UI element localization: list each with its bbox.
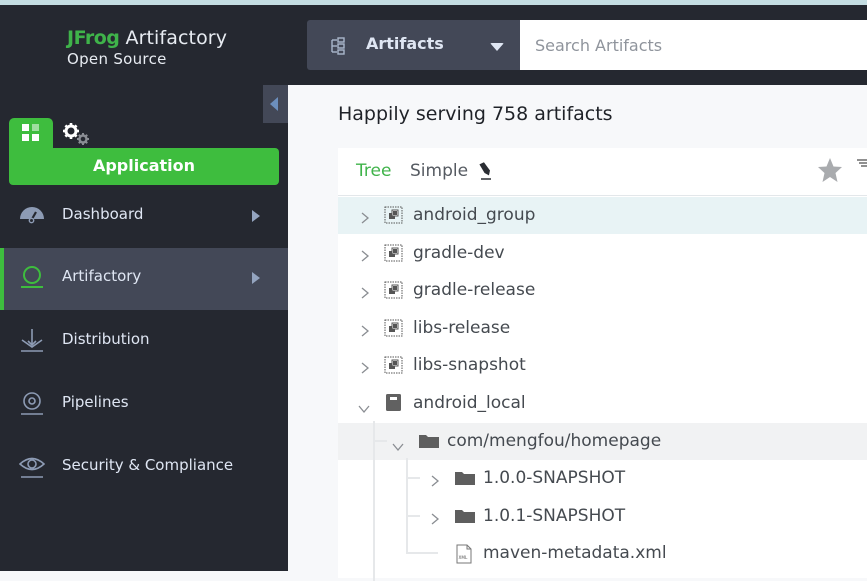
tree-node[interactable]: libs-release xyxy=(338,310,867,347)
chevron-right-icon[interactable] xyxy=(360,359,370,374)
tree-node[interactable]: android_group xyxy=(338,197,867,234)
logo-product: Artifactory xyxy=(119,27,228,49)
tree-node-label: com/mengfou/homepage xyxy=(447,430,662,451)
sidebar-item-pipelines[interactable]: Pipelines xyxy=(0,374,288,436)
sidebar-item-artifactory[interactable]: Artifactory xyxy=(0,248,288,310)
virtual-repo-icon xyxy=(384,206,404,224)
gears-icon xyxy=(63,123,89,145)
virtual-repo-icon xyxy=(384,356,404,374)
folder-icon xyxy=(454,507,475,525)
chevron-right-icon[interactable] xyxy=(430,472,440,487)
tree-node-label: 1.0.0-SNAPSHOT xyxy=(483,468,626,489)
sidebar-item-dashboard[interactable]: Dashboard xyxy=(0,186,288,248)
chevron-down-icon[interactable] xyxy=(358,399,370,414)
tree-node[interactable]: libs-snapshot xyxy=(338,347,867,384)
logo-brand: JFrog xyxy=(67,27,120,49)
svg-text:XML: XML xyxy=(459,555,468,560)
sidebar-item-security-compliance[interactable]: Security & Compliance xyxy=(0,437,288,499)
chevron-right-icon[interactable] xyxy=(360,322,370,337)
collapse-sidebar-button[interactable] xyxy=(263,85,288,123)
tree-panel-header: Tree Simple xyxy=(338,148,867,196)
sidebar-item-label: Artifactory xyxy=(62,267,142,285)
folder-icon xyxy=(418,432,439,450)
chevron-right-icon[interactable] xyxy=(360,209,370,224)
package-type-selector[interactable]: Artifacts xyxy=(307,20,520,70)
sidebar-item-label: Dashboard xyxy=(62,205,144,223)
folder-icon xyxy=(454,469,475,487)
tree-guide-line xyxy=(406,477,420,479)
virtual-repo-icon xyxy=(384,244,404,262)
tree-node[interactable]: com/mengfou/homepage xyxy=(338,422,867,460)
tree-node-label: android_local xyxy=(413,393,526,413)
tree-guide-line xyxy=(406,458,408,554)
chevron-right-icon[interactable] xyxy=(430,510,440,525)
tree-node-label: libs-snapshot xyxy=(413,355,526,376)
virtual-repo-icon xyxy=(384,281,404,299)
chevron-right-icon xyxy=(252,210,260,222)
grid-icon xyxy=(22,124,40,142)
tab-simple[interactable]: Simple xyxy=(410,161,468,181)
tree-guide-line xyxy=(373,440,387,442)
tree-guide-line xyxy=(373,421,375,581)
tree-guide-line xyxy=(406,552,438,554)
gauge-icon xyxy=(20,207,44,224)
star-icon[interactable] xyxy=(817,157,843,183)
chevron-right-icon xyxy=(252,272,260,284)
search-artifacts-input[interactable] xyxy=(520,20,867,70)
chevron-down-icon[interactable] xyxy=(392,437,404,451)
sidebar-item-label: Pipelines xyxy=(62,393,129,411)
page-title: Happily serving 758 artifacts xyxy=(338,103,613,125)
xml-file-icon: XML xyxy=(454,544,474,564)
package-type-label: Artifacts xyxy=(366,34,444,53)
tree-guide-line xyxy=(406,515,420,517)
chevron-down-icon xyxy=(490,43,504,51)
tab-tree[interactable]: Tree xyxy=(356,161,391,181)
pipelines-icon xyxy=(21,392,43,415)
edit-pen-icon[interactable] xyxy=(478,160,494,180)
virtual-repo-icon xyxy=(384,319,404,337)
local-repo-icon xyxy=(384,394,404,412)
administration-tab[interactable] xyxy=(60,120,94,148)
tree-node[interactable]: gradle-release xyxy=(338,272,867,309)
tree-list-icon xyxy=(331,37,345,55)
eye-icon xyxy=(19,457,45,478)
sidebar-item-distribution[interactable]: Distribution xyxy=(0,311,288,373)
sidebar-item-label: Security & Compliance xyxy=(62,456,234,474)
artifactory-icon xyxy=(21,266,43,288)
tree-node-label: libs-release xyxy=(413,317,511,338)
tree-node-label: gradle-dev xyxy=(413,242,505,263)
tree-node-label: 1.0.1-SNAPSHOT xyxy=(483,505,626,526)
chevron-right-icon[interactable] xyxy=(360,247,370,262)
tree-node[interactable]: gradle-dev xyxy=(338,235,867,272)
tree-node-label: android_group xyxy=(413,205,536,225)
artifact-tree-panel: Tree Simple android_group gradle-dev gradl… xyxy=(338,148,867,581)
logo-edition: Open Source xyxy=(67,50,167,68)
distribution-icon xyxy=(21,329,43,352)
filter-icon[interactable] xyxy=(857,158,867,168)
chevron-right-icon[interactable] xyxy=(360,284,370,299)
application-module-label[interactable]: Application xyxy=(9,148,279,185)
tree-node-label: maven-metadata.xml xyxy=(483,543,667,564)
logo[interactable]: JFrog Artifactory Open Source xyxy=(67,26,227,68)
sidebar-item-label: Distribution xyxy=(62,330,150,348)
tree-node[interactable]: android_local xyxy=(338,385,867,422)
tree-node-label: gradle-release xyxy=(413,280,536,301)
